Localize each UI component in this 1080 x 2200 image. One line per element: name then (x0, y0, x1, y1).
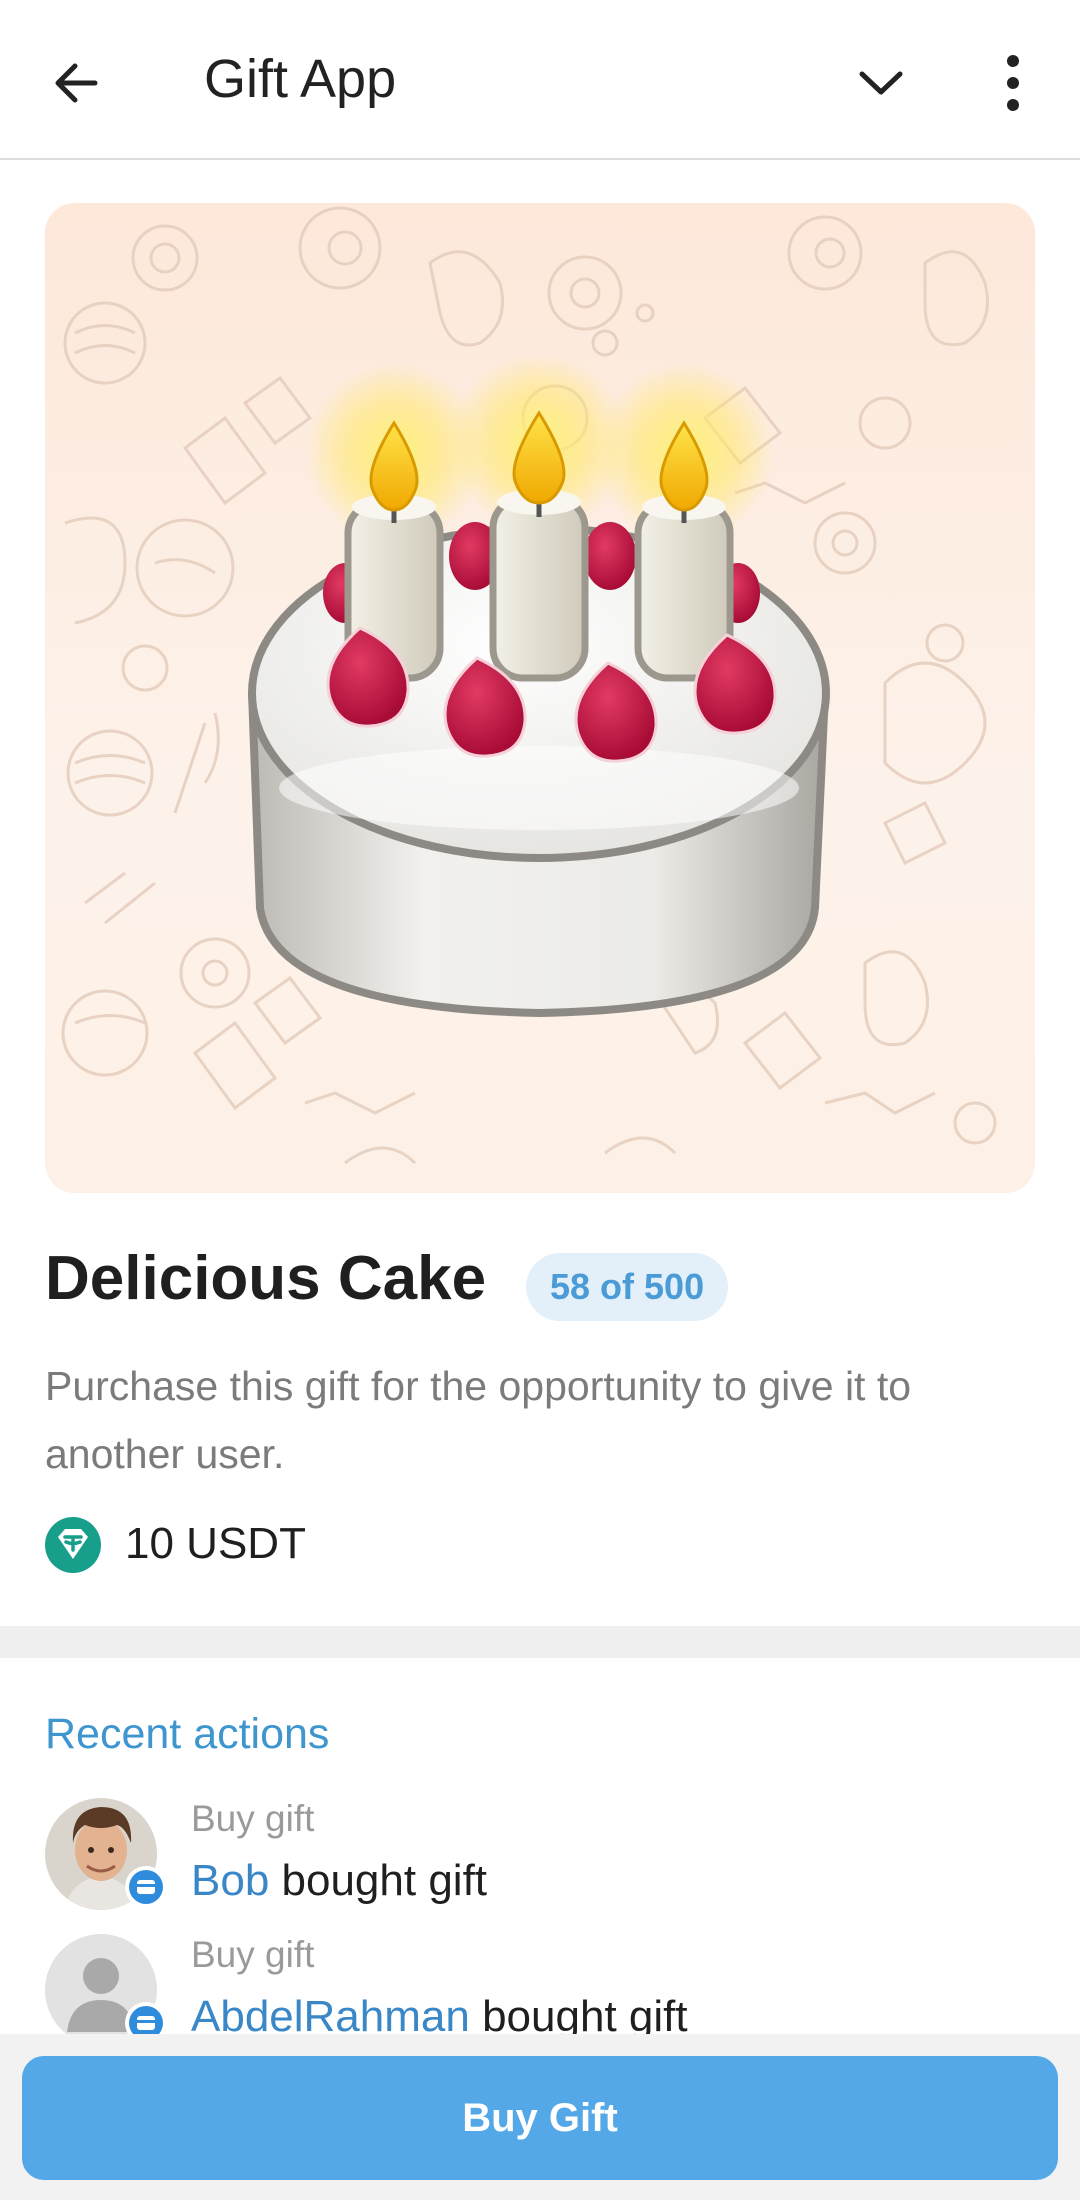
action-description: Bob bought gift (191, 1856, 487, 1906)
chevron-down-icon (859, 71, 903, 95)
gift-name: Delicious Cake (45, 1244, 487, 1313)
wallet-badge (125, 1866, 167, 1908)
birthday-cake-illustration (61, 206, 997, 1165)
buy-gift-button[interactable]: Buy Gift (22, 2056, 1058, 2180)
app-header: Gift App (0, 0, 1080, 160)
arrow-left-icon (55, 63, 98, 103)
bottom-action-bar: Buy Gift (0, 2034, 1080, 2200)
user-link[interactable]: Bob (191, 1856, 269, 1905)
back-button[interactable] (45, 50, 111, 116)
more-vertical-icon (1007, 55, 1019, 111)
availability-badge: 58 of 500 (526, 1253, 729, 1321)
action-type: Buy gift (191, 1934, 315, 1975)
gift-image (45, 203, 1035, 1193)
recent-actions-title: Recent actions (45, 1710, 330, 1758)
more-options-button[interactable] (990, 50, 1036, 116)
gift-description: Purchase this gift for the opportunity t… (45, 1363, 912, 1477)
page-title: Gift App (204, 49, 397, 109)
gift-price: 10 USDT (125, 1519, 306, 1568)
list-item[interactable]: Buy gift Bob bought gift (45, 1798, 1045, 1918)
action-type: Buy gift (191, 1798, 315, 1839)
tether-usdt-icon (45, 1517, 101, 1573)
wallet-icon (129, 1870, 163, 1904)
action-text: bought gift (269, 1856, 488, 1905)
expand-button[interactable] (850, 52, 912, 114)
section-divider (0, 1626, 1080, 1658)
